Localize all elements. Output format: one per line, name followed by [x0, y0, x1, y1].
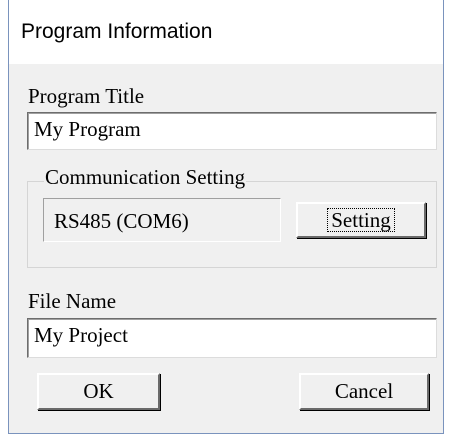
- cancel-button[interactable]: Cancel: [299, 373, 429, 410]
- setting-button[interactable]: Setting: [296, 202, 426, 238]
- setting-button-label: Setting: [327, 208, 395, 232]
- program-title-label: Program Title: [28, 84, 145, 108]
- communication-port-display: RS485 (COM6): [43, 198, 281, 242]
- ok-button[interactable]: OK: [37, 373, 160, 410]
- communication-setting-label: Communication Setting: [44, 165, 247, 190]
- program-information-dialog: Program Information Program Title My Pro…: [8, 0, 444, 434]
- file-name-input[interactable]: My Project: [27, 318, 437, 358]
- title-bar[interactable]: Program Information: [9, 0, 443, 64]
- program-title-input[interactable]: My Program: [27, 112, 437, 150]
- dialog-title: Program Information: [21, 20, 213, 43]
- file-name-label: File Name: [28, 289, 117, 313]
